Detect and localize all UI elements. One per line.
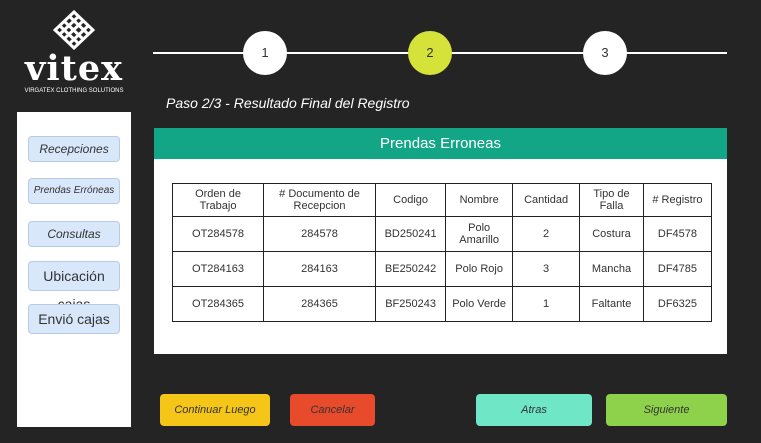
errors-table: Orden de Trabajo # Documento de Recepcio… [171,183,713,322]
cancel-button[interactable]: Cancelar [290,394,375,426]
cell-tipo-falla: Costura [579,216,644,252]
cell-codigo: BE250242 [375,251,447,287]
weave-logo-icon [53,10,95,50]
sidebar-item-envio-cajas[interactable]: Envió cajas [28,304,120,334]
cell-nombre: Polo Amarillo [445,216,514,252]
cell-cantidad: 3 [512,251,581,287]
brand-tagline: VIRGATEX CLOTHING SOLUTIONS [24,88,124,94]
panel-title: Prendas Erroneas [154,128,727,159]
cell-documento: 284163 [263,251,377,287]
continue-later-button[interactable]: Continuar Luego [160,394,270,426]
col-header-orden: Orden de Trabajo [171,183,265,217]
table-row[interactable]: OT284163 284163 BE250242 Polo Rojo 3 Man… [171,251,713,287]
sidebar: Recepciones Prendas Erróneas Consultas U… [17,112,131,427]
cell-cantidad: 1 [512,286,581,322]
col-header-registro: # Registro [642,183,713,217]
sidebar-item-consultas[interactable]: Consultas [28,221,120,247]
col-header-cantidad: Cantidad [512,183,581,217]
cell-registro: DF4578 [642,216,713,252]
cell-registro: DF6325 [642,286,713,322]
brand-logo: vitex VIRGATEX CLOTHING SOLUTIONS [14,10,134,98]
results-panel: Prendas Erroneas Orden de Trabajo # Docu… [154,128,727,354]
step-3[interactable]: 3 [583,31,627,75]
table-row[interactable]: OT284365 284365 BF250243 Polo Verde 1 Fa… [171,286,713,322]
step-1[interactable]: 1 [243,31,287,75]
col-header-documento: # Documento de Recepcion [263,183,377,217]
cell-nombre: Polo Verde [445,286,514,322]
step-2-active[interactable]: 2 [408,31,452,75]
cell-documento: 284578 [263,216,377,252]
col-header-nombre: Nombre [445,183,514,217]
cell-orden: OT284163 [171,251,265,287]
cell-codigo: BD250241 [375,216,447,252]
sidebar-item-recepciones[interactable]: Recepciones [28,136,120,162]
back-button[interactable]: Atras [476,394,592,426]
col-header-tipo-falla: Tipo de Falla [579,183,644,217]
cell-tipo-falla: Mancha [579,251,644,287]
cell-cantidad: 2 [512,216,581,252]
page-title: Paso 2/3 - Resultado Final del Registro [166,95,410,111]
cell-registro: DF4785 [642,251,713,287]
cell-documento: 284365 [263,286,377,322]
sidebar-item-ubicacion-cajas[interactable]: Ubicación cajas [28,261,120,312]
cell-codigo: BF250243 [375,286,447,322]
sidebar-item-prendas-erroneas[interactable]: Prendas Erróneas [28,178,120,204]
col-header-codigo: Codigo [375,183,447,217]
brand-name: vitex [25,48,123,89]
table-row[interactable]: OT284578 284578 BD250241 Polo Amarillo 2… [171,216,713,252]
cell-nombre: Polo Rojo [445,251,514,287]
cell-tipo-falla: Faltante [579,286,644,322]
cell-orden: OT284365 [171,286,265,322]
cell-orden: OT284578 [171,216,265,252]
table-header-row: Orden de Trabajo # Documento de Recepcio… [171,183,713,217]
next-button[interactable]: Siguiente [606,394,727,426]
